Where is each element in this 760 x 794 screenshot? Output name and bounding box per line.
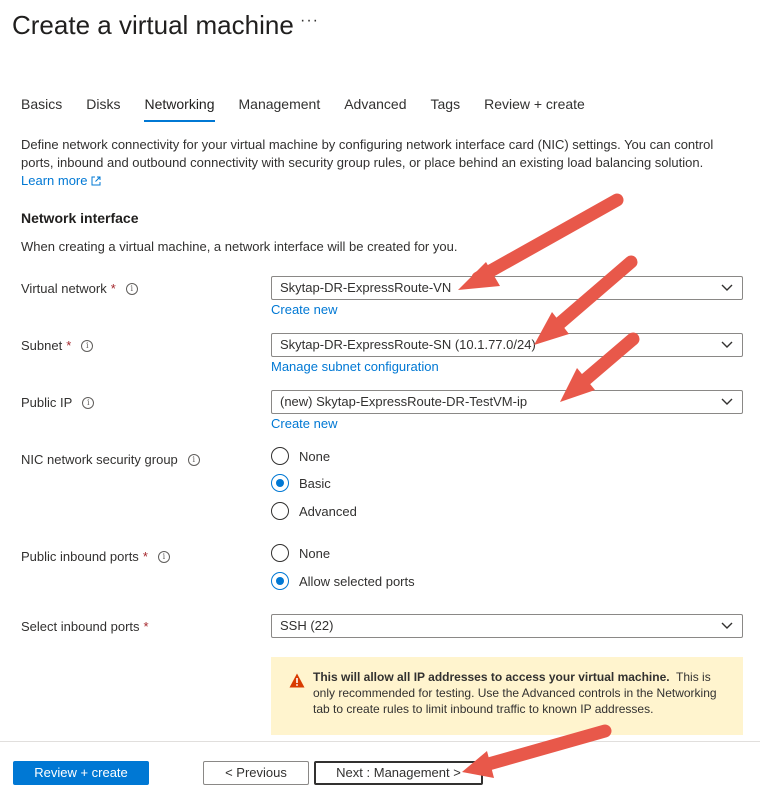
previous-button[interactable]: < Previous [203, 761, 309, 785]
inbound-ports-dropdown[interactable]: SSH (22) [271, 614, 743, 638]
learn-more-link[interactable]: Learn more [21, 173, 101, 188]
public-ip-label-text: Public IP [21, 395, 73, 410]
tab-review-create[interactable]: Review + create [484, 96, 585, 122]
info-icon[interactable]: i [157, 550, 170, 563]
intro-text: Define network connectivity for your vir… [21, 137, 714, 170]
radio-label: None [299, 448, 331, 464]
inbound-radio-none[interactable]: None [271, 544, 330, 562]
next-management-button[interactable]: Next : Management > [314, 761, 483, 785]
subnet-label: Subnet * i [21, 338, 94, 353]
warning-message: This will allow all IP addresses to acce… [271, 657, 743, 735]
select-inbound-label-text: Select inbound ports [21, 619, 140, 634]
required-marker: * [66, 338, 72, 353]
public-ip-label: Public IP i [21, 395, 95, 410]
learn-more-label: Learn more [21, 173, 88, 188]
subnet-dropdown[interactable]: Skytap-DR-ExpressRoute-SN (10.1.77.0/24) [271, 333, 743, 357]
more-options-icon[interactable]: ··· [300, 12, 319, 30]
radio-circle [271, 447, 289, 465]
radio-label: Allow selected ports [299, 573, 415, 589]
tab-bar: Basics Disks Networking Management Advan… [21, 96, 609, 122]
annotation-arrow [462, 724, 612, 778]
radio-label: Basic [299, 475, 331, 491]
radio-label: None [299, 545, 331, 561]
inbound-ports-value: SSH (22) [280, 618, 334, 633]
public-ip-dropdown[interactable]: (new) Skytap-ExpressRoute-DR-TestVM-ip [271, 390, 743, 414]
select-inbound-ports-label: Select inbound ports * [21, 619, 149, 634]
nsg-radio-advanced[interactable]: Advanced [271, 502, 357, 520]
radio-circle [271, 544, 289, 562]
virtual-network-dropdown[interactable]: Skytap-DR-ExpressRoute-VN [271, 276, 743, 300]
network-interface-heading: Network interface [21, 210, 139, 226]
tab-tags[interactable]: Tags [431, 96, 461, 122]
info-icon[interactable]: i [187, 453, 200, 466]
radio-label: Advanced [299, 503, 357, 519]
warning-bold-text: This will allow all IP addresses to acce… [313, 670, 670, 684]
page-title: Create a virtual machine [12, 10, 294, 40]
warning-icon [289, 673, 305, 688]
nsg-radio-basic[interactable]: Basic [271, 474, 331, 492]
nsg-radio-none[interactable]: None [271, 447, 330, 465]
manage-subnet-link[interactable]: Manage subnet configuration [271, 359, 439, 374]
subnet-label-text: Subnet [21, 338, 63, 353]
radio-circle [271, 502, 289, 520]
radio-circle-checked [271, 474, 289, 492]
nic-nsg-label-text: NIC network security group [21, 452, 178, 467]
chevron-down-icon [721, 284, 733, 291]
chevron-down-icon [721, 622, 733, 629]
footer-divider [0, 741, 760, 742]
external-link-icon [91, 176, 101, 186]
tab-networking[interactable]: Networking [144, 96, 215, 122]
required-marker: * [142, 549, 148, 564]
required-marker: * [110, 281, 116, 296]
inbound-radio-allow-selected[interactable]: Allow selected ports [271, 572, 415, 590]
subnet-value: Skytap-DR-ExpressRoute-SN (10.1.77.0/24) [280, 337, 536, 352]
radio-circle-checked [271, 572, 289, 590]
public-inbound-ports-label: Public inbound ports * i [21, 549, 170, 564]
tab-advanced[interactable]: Advanced [344, 96, 406, 122]
tab-basics[interactable]: Basics [21, 96, 62, 122]
virtual-network-label: Virtual network * i [21, 281, 138, 296]
public-ip-value: (new) Skytap-ExpressRoute-DR-TestVM-ip [280, 394, 528, 409]
info-icon[interactable]: i [82, 396, 95, 409]
networking-description: Define network connectivity for your vir… [21, 136, 736, 190]
create-new-ip-link[interactable]: Create new [271, 416, 337, 431]
nic-nsg-label: NIC network security group i [21, 452, 200, 467]
required-marker: * [143, 619, 149, 634]
virtual-network-value: Skytap-DR-ExpressRoute-VN [280, 280, 452, 295]
info-icon[interactable]: i [81, 339, 94, 352]
virtual-network-label-text: Virtual network [21, 281, 107, 296]
tab-management[interactable]: Management [239, 96, 321, 122]
public-inbound-label-text: Public inbound ports [21, 549, 139, 564]
info-icon[interactable]: i [125, 282, 138, 295]
review-create-button[interactable]: Review + create [13, 761, 149, 785]
create-new-vnet-link[interactable]: Create new [271, 302, 337, 317]
chevron-down-icon [721, 341, 733, 348]
network-interface-description: When creating a virtual machine, a netwo… [21, 239, 458, 254]
chevron-down-icon [721, 398, 733, 405]
tab-disks[interactable]: Disks [86, 96, 120, 122]
